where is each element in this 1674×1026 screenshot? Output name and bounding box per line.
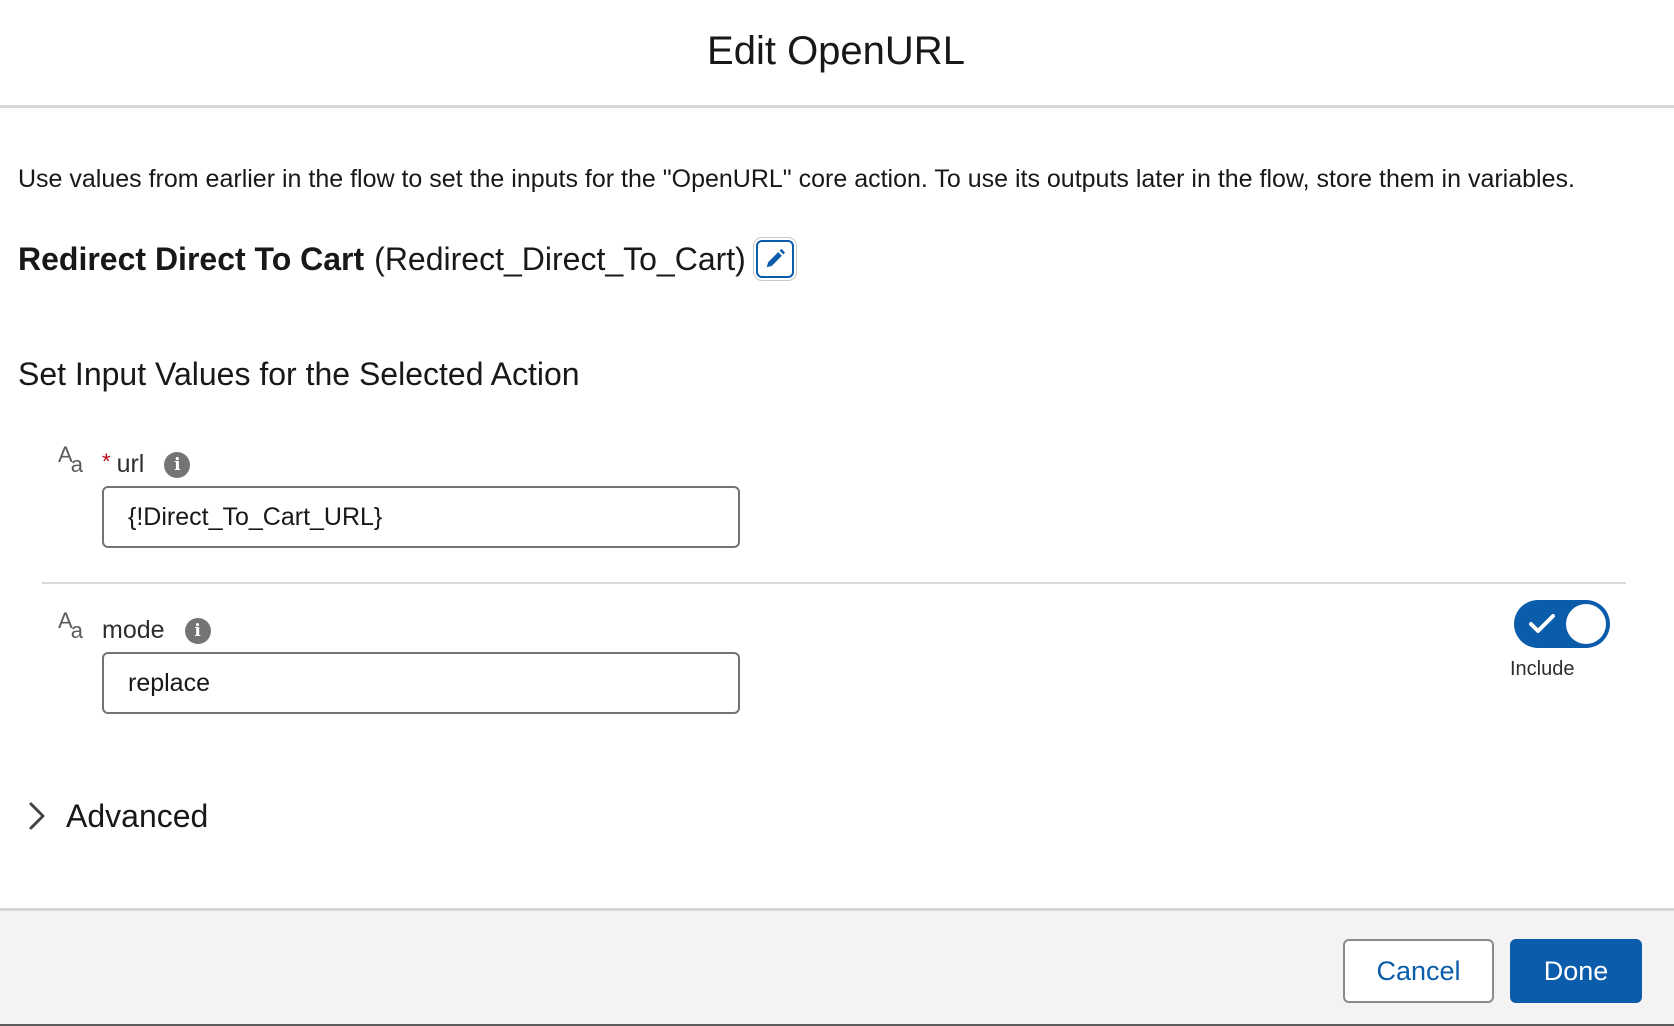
info-icon[interactable]: i [184,617,211,644]
section-title: Set Input Values for the Selected Action [18,356,580,392]
text-type-icon: Aa [58,608,83,643]
cancel-button[interactable]: Cancel [1343,939,1494,1003]
modal-header: Edit OpenURL [0,0,1674,108]
action-title: Redirect Direct To Cart (Redirect_Direct… [18,240,794,278]
toggle-knob [1566,604,1606,644]
chevron-right-icon [22,796,52,836]
modal-footer: Cancel Done [0,908,1674,1026]
pencil-icon [766,248,785,268]
field-divider [42,582,1626,584]
mode-input[interactable] [102,652,740,714]
text-type-icon: Aa [58,442,83,477]
checkmark-icon [1529,614,1555,633]
info-icon[interactable]: i [164,451,191,478]
description-text: Use values from earlier in the flow to s… [18,165,1575,193]
action-label: Redirect Direct To Cart [18,240,365,277]
url-label: * url i [102,448,191,479]
include-label: Include [1510,658,1575,680]
include-toggle[interactable] [1514,600,1610,648]
url-label-text: url [116,450,145,478]
done-button[interactable]: Done [1510,939,1642,1003]
edit-action-button[interactable] [755,240,794,278]
mode-label-text: mode [102,616,165,644]
edit-openurl-modal: Edit OpenURL Use values from earlier in … [0,0,1674,1026]
include-toggle-group: Include [1510,600,1610,681]
action-api-name: (Redirect_Direct_To_Cart) [374,240,746,277]
url-input[interactable] [102,486,740,548]
advanced-section-toggle[interactable]: Advanced [22,796,208,836]
required-marker: * [102,448,111,474]
modal-title: Edit OpenURL [707,29,965,73]
mode-label: mode i [102,616,211,645]
advanced-label: Advanced [66,797,209,834]
